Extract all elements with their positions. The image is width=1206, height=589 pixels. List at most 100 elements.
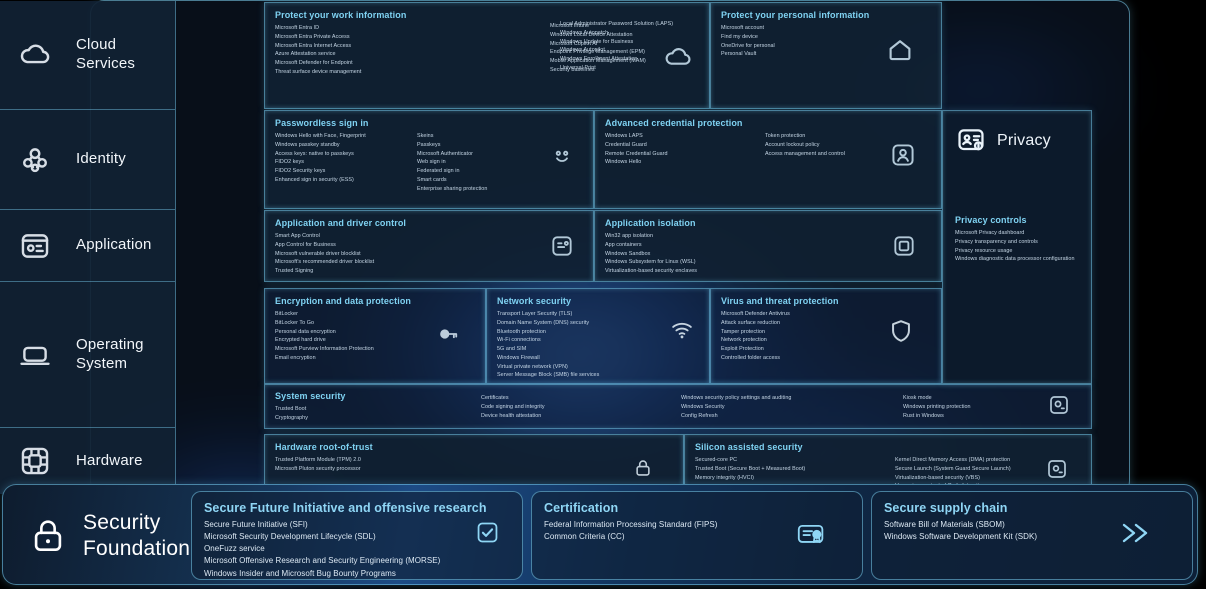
face-hello-icon xyxy=(549,143,575,169)
foundation-card-title: Secure supply chain xyxy=(884,501,1008,515)
key-lock-icon xyxy=(435,321,461,347)
bullet: Microsoft's recommended driver blocklist xyxy=(275,259,375,266)
security-foundation-label-group: Security Foundation xyxy=(9,491,190,580)
sidebar-item-identity[interactable]: Identity xyxy=(0,110,176,210)
card-encryption-and-data-protection[interactable]: Encryption and data protection BitLocker… xyxy=(264,288,486,384)
app-shield-icon xyxy=(549,233,575,259)
app-box-icon xyxy=(891,233,917,259)
foundation-card-secure-future-initiative[interactable]: Secure Future Initiative and offensive r… xyxy=(191,491,523,580)
bullet: Windows Insider and Microsoft Bug Bounty… xyxy=(204,568,396,578)
bullet: Privacy transparency and controls xyxy=(955,238,1038,245)
card-title: Hardware root-of-trust xyxy=(275,442,373,452)
foundation-card-title: Secure Future Initiative and offensive r… xyxy=(204,501,487,515)
bullet-column: Windows security policy settings and aud… xyxy=(681,391,903,423)
bullet: App containers xyxy=(605,241,642,248)
bullet: Microsoft account xyxy=(721,25,765,31)
bullet: Microsoft Authenticator xyxy=(417,150,473,157)
card-title: Application isolation xyxy=(605,218,696,228)
identity-icon xyxy=(18,143,52,177)
bullet: Windows Sandbox xyxy=(605,250,651,257)
bullet: Windows Security xyxy=(681,403,725,410)
cloud-icon xyxy=(18,38,52,72)
bullet-column: Token protection Account lockout policy … xyxy=(765,132,895,167)
card-passwordless-sign-in[interactable]: Passwordless sign in Windows Hello with … xyxy=(264,110,594,209)
bullet: Virtualization-based security (VBS) xyxy=(895,474,980,481)
bullet: Access management and control xyxy=(765,150,845,157)
card-network-security[interactable]: Network security Transport Layer Securit… xyxy=(486,288,710,384)
card-title: Application and driver control xyxy=(275,218,407,228)
card-title: Virus and threat protection xyxy=(721,296,839,306)
sidebar-item-label: Operating System xyxy=(76,335,144,372)
sidebar-item-application[interactable]: Application xyxy=(0,210,176,282)
bullet: Windows printing protection xyxy=(903,403,971,410)
bullet: Rust in Windows xyxy=(903,412,944,419)
bullet: Windows passkey standby xyxy=(275,141,340,148)
card-title: Passwordless sign in xyxy=(275,118,369,128)
chip-icon xyxy=(18,444,52,478)
bullet: Local Administrator Password Solution (L… xyxy=(560,21,674,27)
foundation-card-title: Certification xyxy=(544,501,619,515)
card-title: Network security xyxy=(497,296,572,306)
bullet: Trusted Boot xyxy=(275,406,307,412)
card-advanced-credential-protection[interactable]: Advanced credential protection Windows L… xyxy=(594,110,942,209)
bullet: Microsoft Entra Private Access xyxy=(275,33,350,40)
sidebar-item-cloud-services[interactable]: Cloud Services xyxy=(0,1,176,110)
bullet: Passkeys xyxy=(417,141,441,148)
bullet: Smart App Control xyxy=(275,233,320,239)
bullet: Threat surface device management xyxy=(275,68,362,75)
bullet: Kernel Direct Memory Access (DMA) protec… xyxy=(895,457,1011,463)
card-virus-and-threat-protection[interactable]: Virus and threat protection Microsoft De… xyxy=(710,288,942,384)
padlock-icon xyxy=(27,515,69,557)
bullet: OneFuzz service xyxy=(204,544,265,554)
wifi-icon xyxy=(669,317,695,343)
bullet: Microsoft Entra ID xyxy=(275,25,320,31)
system-monitor-icon xyxy=(1047,393,1071,417)
card-protect-personal-information[interactable]: Protect your personal information Micros… xyxy=(710,2,942,109)
bullet: Secured-core PC xyxy=(695,457,738,463)
bullet: Enterprise sharing protection xyxy=(417,185,488,192)
bullet: Microsoft Privacy dashboard xyxy=(955,230,1025,236)
bullet: Credential Guard xyxy=(605,141,647,148)
hw-lock-icon xyxy=(632,457,654,479)
foundation-card-secure-supply-chain[interactable]: Secure supply chain Software Bill of Mat… xyxy=(871,491,1193,580)
badge-user-icon xyxy=(889,141,917,169)
bullet-column: Skeins Passkeys Microsoft Authenticator … xyxy=(417,132,537,193)
bullet: Cryptography xyxy=(275,414,308,421)
bullet-column: Certificates Code signing and integrity … xyxy=(481,391,681,423)
bullet: Account lockout policy xyxy=(765,141,820,148)
bullet-column: System security Trusted Boot Cryptograph… xyxy=(275,391,481,423)
bullet: Memory integrity (HVCI) xyxy=(695,474,754,481)
checkbox-icon xyxy=(475,520,500,545)
bullet: Enhanced sign in security (ESS) xyxy=(275,176,354,183)
card-application-isolation[interactable]: Application isolation Win32 app isolatio… xyxy=(594,210,942,282)
bullet: Device health attestation xyxy=(481,412,542,419)
card-system-security[interactable]: System security Trusted Boot Cryptograph… xyxy=(264,384,1092,429)
cloud-lock-icon xyxy=(663,43,693,73)
card-application-and-driver-control[interactable]: Application and driver control Smart App… xyxy=(264,210,594,282)
foundation-card-certification[interactable]: Certification Federal Information Proces… xyxy=(531,491,863,580)
silicon-icon xyxy=(1045,457,1069,481)
bullet: Skeins xyxy=(417,133,434,139)
bullet: Microsoft Offensive Research and Securit… xyxy=(204,556,441,566)
certificate-icon xyxy=(796,520,826,548)
bullet: Smart cards xyxy=(417,176,447,183)
card-privacy[interactable]: Privacy Privacy controls Microsoft Priva… xyxy=(942,110,1092,384)
bullet: Microsoft Pluton security processor xyxy=(275,465,361,472)
sidebar-item-operating-system[interactable]: Operating System xyxy=(0,282,176,428)
bullet: Secure Future Initiative (SFI) xyxy=(204,520,308,529)
bullet: App Control for Business xyxy=(275,241,336,248)
bullet: BitLocker xyxy=(275,311,298,317)
bullet: Microsoft Security Development Lifecycle… xyxy=(204,532,376,542)
sidebar-item-label: Cloud Services xyxy=(76,36,136,72)
card-title: Silicon assisted security xyxy=(695,442,803,452)
card-title: Protect your personal information xyxy=(721,10,870,20)
security-foundation-bar: Security Foundation Secure Future Initia… xyxy=(2,484,1198,585)
bullet: Secure Launch (System Guard Secure Launc… xyxy=(895,465,1011,472)
bullet: Win32 app isolation xyxy=(605,233,653,239)
bullet: Exploit Protection xyxy=(721,346,764,352)
bullet: Windows Hello with Face, Fingerprint xyxy=(275,133,366,139)
card-title: Encryption and data protection xyxy=(275,296,412,306)
bullet: Server Message Block (SMB) file services xyxy=(497,372,600,379)
bullet: Code signing and integrity xyxy=(481,403,545,410)
shield-icon xyxy=(887,317,915,345)
